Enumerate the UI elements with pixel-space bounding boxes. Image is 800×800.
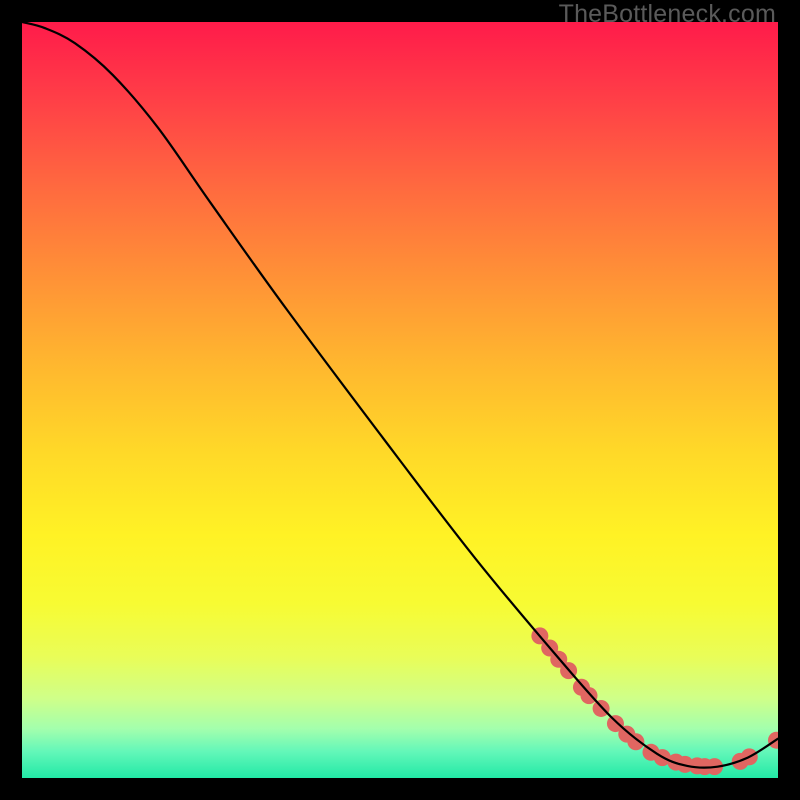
bottleneck-curve [22, 22, 778, 768]
data-dot [581, 687, 598, 704]
chart-svg [22, 22, 778, 778]
data-dot [627, 733, 644, 750]
chart-frame: TheBottleneck.com [0, 0, 800, 800]
plot-area [22, 22, 778, 778]
